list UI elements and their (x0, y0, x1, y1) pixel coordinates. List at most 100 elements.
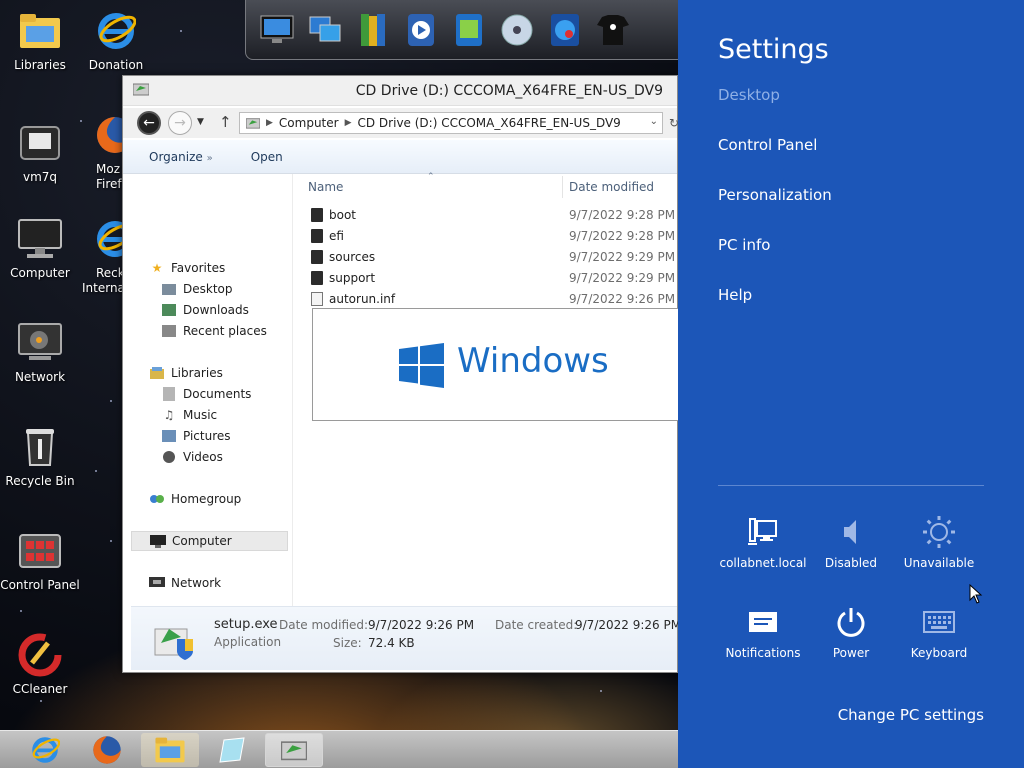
tile-notifications[interactable]: Notifications (718, 604, 808, 660)
network-computers-icon[interactable] (306, 8, 344, 52)
chevron-right-icon: ▶ (344, 118, 352, 128)
organize-button[interactable]: Organize » (149, 150, 213, 164)
tshirt-icon[interactable] (594, 8, 632, 52)
open-button[interactable]: Open (251, 150, 283, 164)
change-pc-settings-link[interactable]: Change PC settings (838, 706, 984, 724)
forward-button[interactable]: → (168, 111, 192, 135)
monitor-icon[interactable] (258, 8, 296, 52)
documents-icon (161, 387, 177, 401)
taskbar-file-explorer[interactable] (141, 733, 199, 767)
file-name: autorun.inf (329, 292, 396, 306)
history-dropdown-icon[interactable]: ▼ (197, 117, 204, 127)
taskbar-internet-explorer[interactable] (16, 733, 74, 767)
desktop-icon-control-panel[interactable]: Control Panel (0, 528, 80, 593)
nav-network[interactable]: Network (149, 573, 221, 593)
nav-libraries[interactable]: Libraries (149, 363, 223, 383)
cd-drive-icon (133, 83, 149, 96)
address-bar[interactable]: ▶ Computer ▶ CD Drive (D:) CCCOMA_X64FRE… (239, 112, 663, 134)
file-row[interactable]: autorun.inf 9/7/2022 9:26 PM (303, 288, 679, 309)
taskbar-glass-app[interactable] (203, 733, 261, 767)
column-header-name[interactable]: Name (308, 180, 343, 194)
nav-music[interactable]: ♫ Music (161, 405, 218, 425)
file-row[interactable]: support 9/7/2022 9:29 PM (303, 267, 679, 288)
nav-documents[interactable]: Documents (161, 384, 251, 404)
recent-places-icon (161, 324, 177, 338)
desktop-icon-donation[interactable]: Donation (76, 8, 156, 73)
tile-label: Power (832, 646, 870, 660)
volume-icon (806, 514, 896, 550)
notifications-icon (718, 604, 808, 640)
taskbar-firefox[interactable] (78, 733, 136, 767)
cd-disc-icon[interactable] (498, 8, 536, 52)
media-folder-icon[interactable] (450, 8, 488, 52)
desktop-icon-ccleaner[interactable]: CCleaner (0, 632, 80, 697)
file-name: efi (329, 229, 344, 243)
file-date: 9/7/2022 9:29 PM (569, 271, 676, 285)
libraries-icon (149, 366, 165, 380)
nav-favorites[interactable]: ★ Favorites (149, 258, 226, 278)
desktop-icon-label: Network (14, 370, 66, 384)
media-player-icon[interactable] (402, 8, 440, 52)
firefox-icon (92, 112, 126, 158)
globe-icon[interactable] (546, 8, 584, 52)
desktop-icon-firefox[interactable]: Moz Firef (76, 112, 126, 192)
breadcrumb-computer[interactable]: Computer (279, 116, 339, 130)
chevron-down-icon[interactable]: ⌄ (650, 116, 658, 127)
nav-videos[interactable]: Videos (161, 447, 223, 467)
nav-homegroup[interactable]: Homegroup (149, 489, 241, 509)
internet-explorer-icon (32, 737, 60, 763)
details-modified-value: 9/7/2022 9:26 PM (368, 618, 475, 632)
settings-link-control-panel[interactable]: Control Panel (718, 136, 817, 154)
file-date: 9/7/2022 9:26 PM (569, 292, 676, 306)
tile-brightness[interactable]: Unavailable (894, 514, 984, 570)
desktop-icon-computer[interactable]: Computer (0, 216, 80, 281)
details-modified-label: Date modified: (279, 618, 369, 632)
nav-pictures[interactable]: Pictures (161, 426, 231, 446)
settings-link-help[interactable]: Help (718, 286, 752, 304)
file-row[interactable]: sources 9/7/2022 9:29 PM (303, 246, 679, 267)
media-player-icon (17, 120, 63, 166)
windows-splash: Windows (312, 308, 680, 421)
desktop-icon-libraries[interactable]: Libraries (0, 8, 80, 73)
nav-label: Libraries (171, 366, 223, 380)
desktop-icon-label: Control Panel (0, 578, 80, 592)
column-divider[interactable] (562, 176, 563, 198)
folder-icon (311, 208, 323, 222)
tile-keyboard[interactable]: Keyboard (894, 604, 984, 660)
nav-desktop[interactable]: Desktop (161, 279, 233, 299)
desktop-icon-vm7q[interactable]: vm7q (0, 120, 80, 185)
tile-power[interactable]: Power (806, 604, 896, 660)
nav-recent-places[interactable]: Recent places (161, 321, 267, 341)
settings-link-pc-info[interactable]: PC info (718, 236, 770, 254)
desktop-icon-label: CCleaner (12, 682, 68, 696)
back-button[interactable]: ← (137, 111, 161, 135)
tile-volume[interactable]: Disabled (806, 514, 896, 570)
desktop-icon-reckon[interactable]: Recko Internat (76, 216, 126, 296)
taskbar-cd-drive-window[interactable] (265, 733, 323, 767)
file-date: 9/7/2022 9:29 PM (569, 250, 676, 264)
recycle-bin-icon (17, 424, 63, 470)
file-date: 9/7/2022 9:28 PM (569, 208, 676, 222)
settings-divider (718, 485, 984, 486)
nav-label: Network (171, 576, 222, 590)
desktop-icon-network[interactable]: Network (0, 320, 80, 385)
nav-label: Homegroup (171, 492, 242, 506)
desktop-icon-label: Computer (10, 266, 70, 280)
window-titlebar[interactable]: CD Drive (D:) CCCOMA_X64FRE_EN-US_DV9 (123, 76, 677, 106)
tile-network[interactable]: collabnet.local (718, 514, 808, 570)
settings-link-personalization[interactable]: Personalization (718, 186, 832, 204)
videos-icon (161, 450, 177, 464)
nav-label: Downloads (183, 303, 249, 317)
organize-chevron: » (206, 152, 213, 164)
windows-wordmark: Windows (457, 341, 609, 381)
breadcrumb-cd-drive[interactable]: CD Drive (D:) CCCOMA_X64FRE_EN-US_DV9 (358, 116, 621, 130)
nav-downloads[interactable]: Downloads (161, 300, 249, 320)
library-books-icon[interactable] (354, 8, 392, 52)
column-header-date-modified[interactable]: Date modified (569, 180, 654, 194)
file-row[interactable]: boot 9/7/2022 9:28 PM (303, 204, 679, 225)
nav-computer[interactable]: Computer (131, 531, 288, 551)
desktop-icon-recycle-bin[interactable]: Recycle Bin (0, 424, 80, 489)
up-arrow-icon[interactable]: ↑ (219, 113, 232, 131)
file-row[interactable]: efi 9/7/2022 9:28 PM (303, 225, 679, 246)
setup-shield-icon (154, 628, 193, 660)
